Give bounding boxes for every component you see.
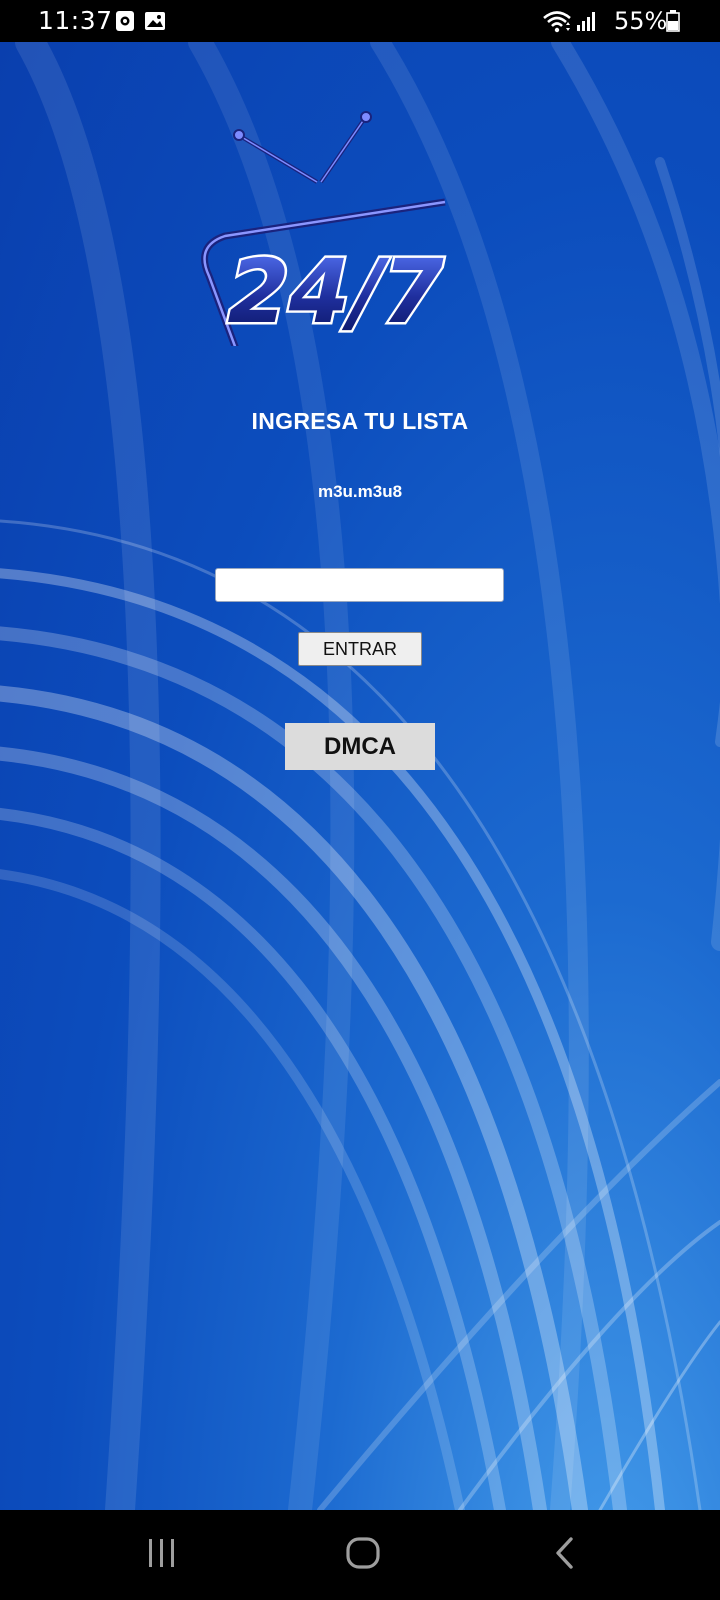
camera-notification-icon	[116, 11, 134, 36]
gallery-notification-icon	[144, 11, 166, 36]
enter-button[interactable]: ENTRAR	[298, 632, 422, 666]
wifi-icon	[542, 9, 572, 38]
recent-apps-icon	[146, 1538, 178, 1573]
signal-icon	[576, 10, 598, 37]
logo-text: 24/7	[217, 240, 455, 343]
status-time: 11:37	[38, 6, 113, 35]
format-hint: m3u.m3u8	[317, 482, 403, 501]
home-icon	[345, 1536, 381, 1575]
recent-apps-button[interactable]	[132, 1532, 192, 1578]
dmca-button[interactable]: DMCA	[285, 723, 435, 770]
battery-icon	[666, 10, 680, 37]
navigation-bar	[0, 1510, 720, 1600]
playlist-url-input[interactable]	[215, 568, 504, 602]
back-button[interactable]	[535, 1532, 595, 1578]
battery-percentage: 55%	[614, 7, 668, 35]
app-logo: 24/7	[195, 106, 485, 370]
status-bar: 11:37 55%	[0, 0, 720, 42]
home-button[interactable]	[333, 1532, 393, 1578]
login-screen: 24/7 INGRESA TU LISTA m3u.m3u8 ENTRAR DM…	[0, 42, 720, 1510]
phone-screen: 11:37 55% 24/7 INGRESA TU LISTA m3u.m3u8…	[0, 0, 720, 1600]
back-icon	[553, 1536, 577, 1575]
page-title: INGRESA TU LISTA	[251, 408, 469, 434]
